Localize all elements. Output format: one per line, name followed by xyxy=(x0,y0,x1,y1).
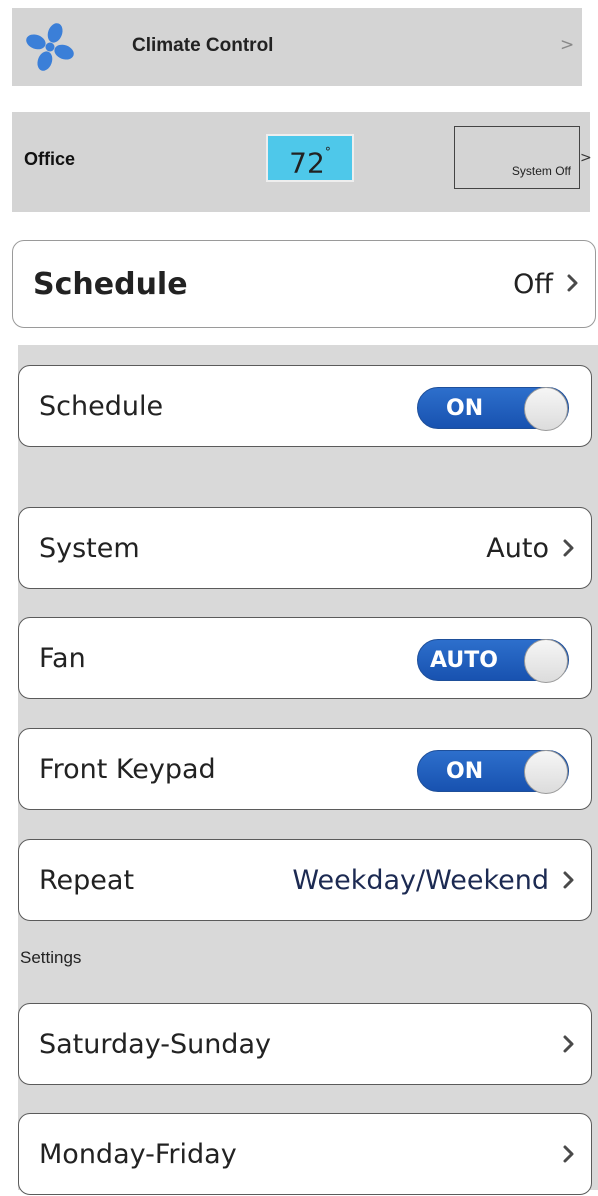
schedule-summary-row[interactable]: Schedule Off xyxy=(12,240,596,328)
schedule-toggle-state: ON xyxy=(446,396,484,421)
chevron-right-icon xyxy=(563,539,574,557)
front-keypad-toggle[interactable]: ON xyxy=(417,750,569,794)
fan-label: Fan xyxy=(39,643,86,674)
schedule-toggle[interactable]: ON xyxy=(417,387,569,431)
chevron-right-icon xyxy=(563,871,574,889)
system-value: Auto xyxy=(486,533,549,564)
settings-item-label: Monday-Friday xyxy=(39,1139,237,1170)
schedule-toggle-label: Schedule xyxy=(39,391,164,422)
schedule-summary-label: Schedule xyxy=(33,267,188,302)
temperature-display[interactable]: 72° xyxy=(266,134,354,182)
front-keypad-row: Front Keypad ON xyxy=(18,728,592,810)
schedule-summary-value: Off xyxy=(513,269,553,300)
temperature-value: 72 xyxy=(289,146,325,180)
fan-icon xyxy=(26,23,74,71)
repeat-label: Repeat xyxy=(39,865,135,896)
system-mode-label: System Off xyxy=(511,164,571,178)
room-status-bar[interactable]: Office 72° System Off > xyxy=(12,112,592,212)
settings-item-label: Saturday-Sunday xyxy=(39,1029,271,1060)
chevron-right-icon xyxy=(563,1145,574,1163)
toggle-knob[interactable] xyxy=(524,750,568,794)
page-title: Climate Control xyxy=(132,35,274,56)
settings-item-saturday-sunday[interactable]: Saturday-Sunday xyxy=(18,1003,592,1085)
degree-symbol: ° xyxy=(324,145,331,159)
system-label: System xyxy=(39,533,140,564)
system-mode-button[interactable]: System Off xyxy=(454,126,580,189)
settings-item-monday-friday[interactable]: Monday-Friday xyxy=(18,1113,592,1195)
fan-row: Fan AUTO xyxy=(18,617,592,699)
repeat-value: Weekday/Weekend xyxy=(292,865,549,896)
front-keypad-toggle-state: ON xyxy=(446,759,484,784)
chevron-right-icon xyxy=(563,1035,574,1053)
chevron-right-icon: > xyxy=(560,35,575,55)
chevron-right-icon xyxy=(567,274,578,292)
fan-toggle[interactable]: AUTO xyxy=(417,639,569,683)
chevron-right-icon: > xyxy=(580,150,592,166)
toggle-knob[interactable] xyxy=(524,387,568,431)
climate-control-header[interactable]: Climate Control > xyxy=(12,8,582,86)
repeat-row[interactable]: Repeat Weekday/Weekend xyxy=(18,839,592,921)
schedule-toggle-row: Schedule ON xyxy=(18,365,592,447)
system-row[interactable]: System Auto xyxy=(18,507,592,589)
room-name: Office xyxy=(24,149,76,169)
toggle-knob[interactable] xyxy=(524,639,568,683)
settings-heading: Settings xyxy=(20,948,82,967)
front-keypad-label: Front Keypad xyxy=(39,754,216,785)
fan-toggle-state: AUTO xyxy=(430,648,498,673)
